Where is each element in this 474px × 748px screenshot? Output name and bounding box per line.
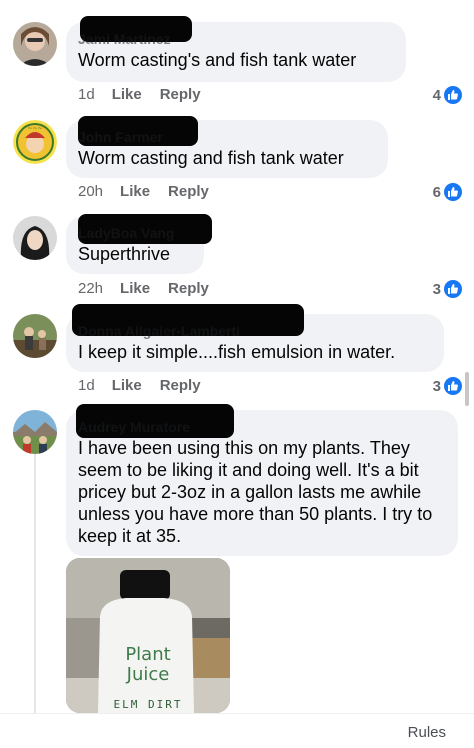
reaction-count-value: 4 <box>432 86 441 104</box>
like-button[interactable]: Like <box>120 183 150 200</box>
reply-button[interactable]: Reply <box>168 183 209 200</box>
comment-actions: 22h Like Reply <box>78 280 227 297</box>
reply-button[interactable]: Reply <box>160 377 201 394</box>
comment-bubble: Audrey Muratore I have been using this o… <box>66 404 458 556</box>
avatar[interactable] <box>13 410 57 454</box>
rules-link[interactable]: Rules <box>408 724 446 741</box>
comment-bubble: John Farmer Worm casting and fish tank w… <box>66 116 388 178</box>
reaction-count-value: 3 <box>432 377 441 395</box>
comment-author[interactable]: LadyBoa Vang <box>78 214 212 244</box>
comment-text: I have been using this on my plants. The… <box>78 438 433 546</box>
avatar[interactable] <box>13 216 57 260</box>
comment-actions: 1d Like Reply <box>78 86 219 103</box>
reaction-count[interactable]: 3 <box>433 377 462 395</box>
comment-actions: 20h Like Reply <box>78 183 227 200</box>
comment-author[interactable]: Audrey Muratore <box>76 404 446 438</box>
comment-time[interactable]: 1d <box>78 86 95 103</box>
comment-text: Worm casting and fish tank water <box>78 148 344 168</box>
thumbs-up-icon <box>444 86 462 104</box>
like-button[interactable]: Like <box>120 280 150 297</box>
thumbs-up-icon <box>444 183 462 201</box>
comment-text: Superthrive <box>78 244 171 264</box>
thumbs-up-icon <box>444 377 462 395</box>
comment-bubble: Jami Martinez Worm casting's and fish ta… <box>66 16 406 82</box>
avatar[interactable]: ~~~ <box>13 120 57 164</box>
comment-bubble: Donna Ailgaier-Lamberti I keep it simple… <box>66 304 444 372</box>
reply-thread-line <box>34 438 36 713</box>
comment-time[interactable]: 1d <box>78 377 95 394</box>
attached-photo[interactable]: Plant Juice ELM DIRT <box>66 558 230 713</box>
avatar[interactable] <box>13 314 57 358</box>
reaction-count-value: 3 <box>432 280 441 298</box>
reaction-count[interactable]: 6 <box>433 183 462 201</box>
svg-text:~~~: ~~~ <box>27 125 42 132</box>
comment-text: Worm casting's and fish tank water <box>78 50 357 70</box>
product-label-line2: Juice <box>126 664 170 685</box>
reply-button[interactable]: Reply <box>168 280 209 297</box>
thumbs-up-icon <box>444 280 462 298</box>
product-brand: ELM DIRT <box>113 698 183 711</box>
comment-text: I keep it simple....fish emulsion in wat… <box>78 342 396 362</box>
avatar[interactable] <box>13 22 57 66</box>
reaction-count[interactable]: 4 <box>433 86 462 104</box>
like-button[interactable]: Like <box>112 377 142 394</box>
footer-bar: Rules <box>0 713 474 748</box>
comment-author[interactable]: Donna Ailgaier-Lamberti <box>72 304 432 340</box>
comment-author[interactable]: John Farmer <box>78 116 376 146</box>
reaction-count-value: 6 <box>432 183 441 201</box>
comment-time[interactable]: 22h <box>78 280 103 297</box>
scrollbar[interactable] <box>465 372 469 406</box>
comment-actions: 1d Like Reply <box>78 377 219 394</box>
reaction-count[interactable]: 3 <box>433 280 462 298</box>
reply-button[interactable]: Reply <box>160 86 201 103</box>
product-label-line1: Plant <box>125 644 171 665</box>
comment-bubble: LadyBoa Vang Superthrive <box>66 214 212 274</box>
like-button[interactable]: Like <box>112 86 142 103</box>
comment-time[interactable]: 20h <box>78 183 103 200</box>
comment-author[interactable]: Jami Martinez <box>78 16 394 48</box>
